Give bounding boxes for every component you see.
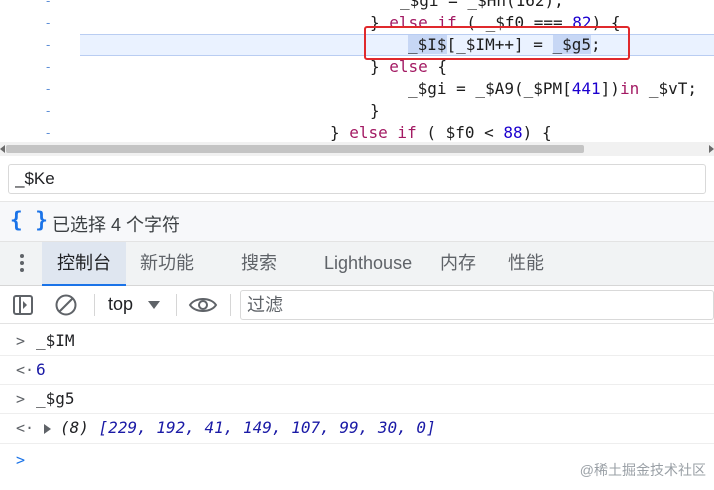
code-token: } [330, 123, 350, 142]
drawer-tab-bar: 控制台 新功能 搜索 Lighthouse 内存 性能 [0, 242, 714, 286]
chevron-down-icon[interactable] [148, 301, 160, 309]
code-editor[interactable]: ------- _$gi = _$Hn(162);} else if ( _$f… [0, 0, 714, 142]
gutter-diff-marker: - [46, 125, 51, 140]
console-prompt-chevron-icon[interactable]: > [16, 451, 25, 469]
console-output-value: 6 [36, 360, 46, 379]
toolbar-divider [176, 294, 177, 316]
console-input-text: _$IM [36, 331, 75, 350]
clear-console-icon[interactable] [54, 293, 78, 317]
line-gutter: - - - - - - - [0, 0, 80, 142]
scroll-right-arrow-icon[interactable] [709, 145, 714, 153]
output-return-icon: <· [16, 419, 35, 437]
selection-status-bar: { } 已选择 4 个字符 [0, 202, 714, 242]
live-expression-eye-icon[interactable] [188, 294, 218, 316]
tab-console[interactable]: 控制台 [42, 242, 126, 286]
code-token: _$gi = _$A9(_$PM[ [408, 79, 572, 98]
gutter-diff-marker: - [46, 0, 51, 8]
more-tools-kebab-icon[interactable] [20, 254, 24, 275]
console-input-row: > _$IM [0, 327, 714, 356]
tab-memory[interactable]: 内存 [440, 242, 476, 285]
scroll-left-arrow-icon[interactable] [0, 145, 5, 153]
input-chevron-icon: > [16, 332, 26, 350]
code-token: else if [349, 123, 417, 142]
console-toolbar: top [0, 286, 714, 324]
scrollbar-thumb[interactable] [6, 145, 584, 153]
input-chevron-icon: > [16, 390, 26, 408]
code-token: } [370, 101, 380, 120]
search-row [0, 156, 714, 202]
tab-performance[interactable]: 性能 [508, 242, 544, 285]
toolbar-divider [94, 294, 95, 316]
code-token: ) { [522, 123, 552, 142]
selection-status-text: 已选择 4 个字符 [52, 215, 181, 235]
code-line: } [370, 100, 380, 122]
tab-lighthouse[interactable]: Lighthouse [324, 242, 412, 285]
code-line: _$gi = _$A9(_$PM[441])in _$vT; [408, 78, 697, 100]
code-token: 88 [503, 123, 523, 142]
gutter-diff-marker: - [46, 81, 51, 96]
console-output-row: <· 6 [0, 356, 714, 385]
code-token: in [619, 79, 640, 98]
code-token: _$vT; [639, 79, 697, 98]
context-selector[interactable]: top [108, 294, 133, 315]
sidebar-toggle-icon[interactable] [12, 294, 34, 316]
code-line: } else if ( $f0 < 88) { [330, 122, 552, 142]
console-filter-input[interactable] [240, 290, 714, 320]
array-preview[interactable]: (8) [229, 192, 41, 149, 107, 99, 30, 0] [60, 418, 436, 437]
array-count: (8) [60, 418, 89, 437]
console-input-text: _$g5 [36, 389, 75, 408]
toolbar-divider [230, 294, 231, 316]
array-values: [229, 192, 41, 149, 107, 99, 30, 0] [98, 418, 436, 437]
gutter-diff-marker: - [46, 59, 51, 74]
code-line: _$gi = _$Hn(162); [400, 0, 564, 12]
tab-search[interactable]: 搜索 [241, 242, 277, 285]
watermark-text: @稀土掘金技术社区 [579, 462, 706, 478]
console-output-row: <· (8) [229, 192, 41, 149, 107, 99, 30, … [0, 414, 714, 444]
code-token: ( $f0 < [416, 123, 504, 142]
gutter-diff-marker: - [46, 15, 51, 30]
console-input-row: > _$g5 [0, 385, 714, 414]
horizontal-scrollbar[interactable] [0, 142, 714, 156]
code-token: 441 [571, 79, 601, 98]
output-return-icon: <· [16, 361, 35, 379]
code-token: _$gi = _$Hn(162); [400, 0, 564, 10]
pretty-print-braces-icon[interactable]: { } [10, 208, 48, 232]
gutter-diff-marker: - [46, 103, 51, 118]
gutter-diff-marker: - [46, 37, 51, 52]
source-search-input[interactable] [8, 164, 706, 194]
tab-whats-new[interactable]: 新功能 [140, 242, 194, 285]
annotation-red-box [364, 26, 630, 60]
expand-array-triangle-icon[interactable] [44, 424, 51, 434]
code-token: ]) [600, 79, 620, 98]
